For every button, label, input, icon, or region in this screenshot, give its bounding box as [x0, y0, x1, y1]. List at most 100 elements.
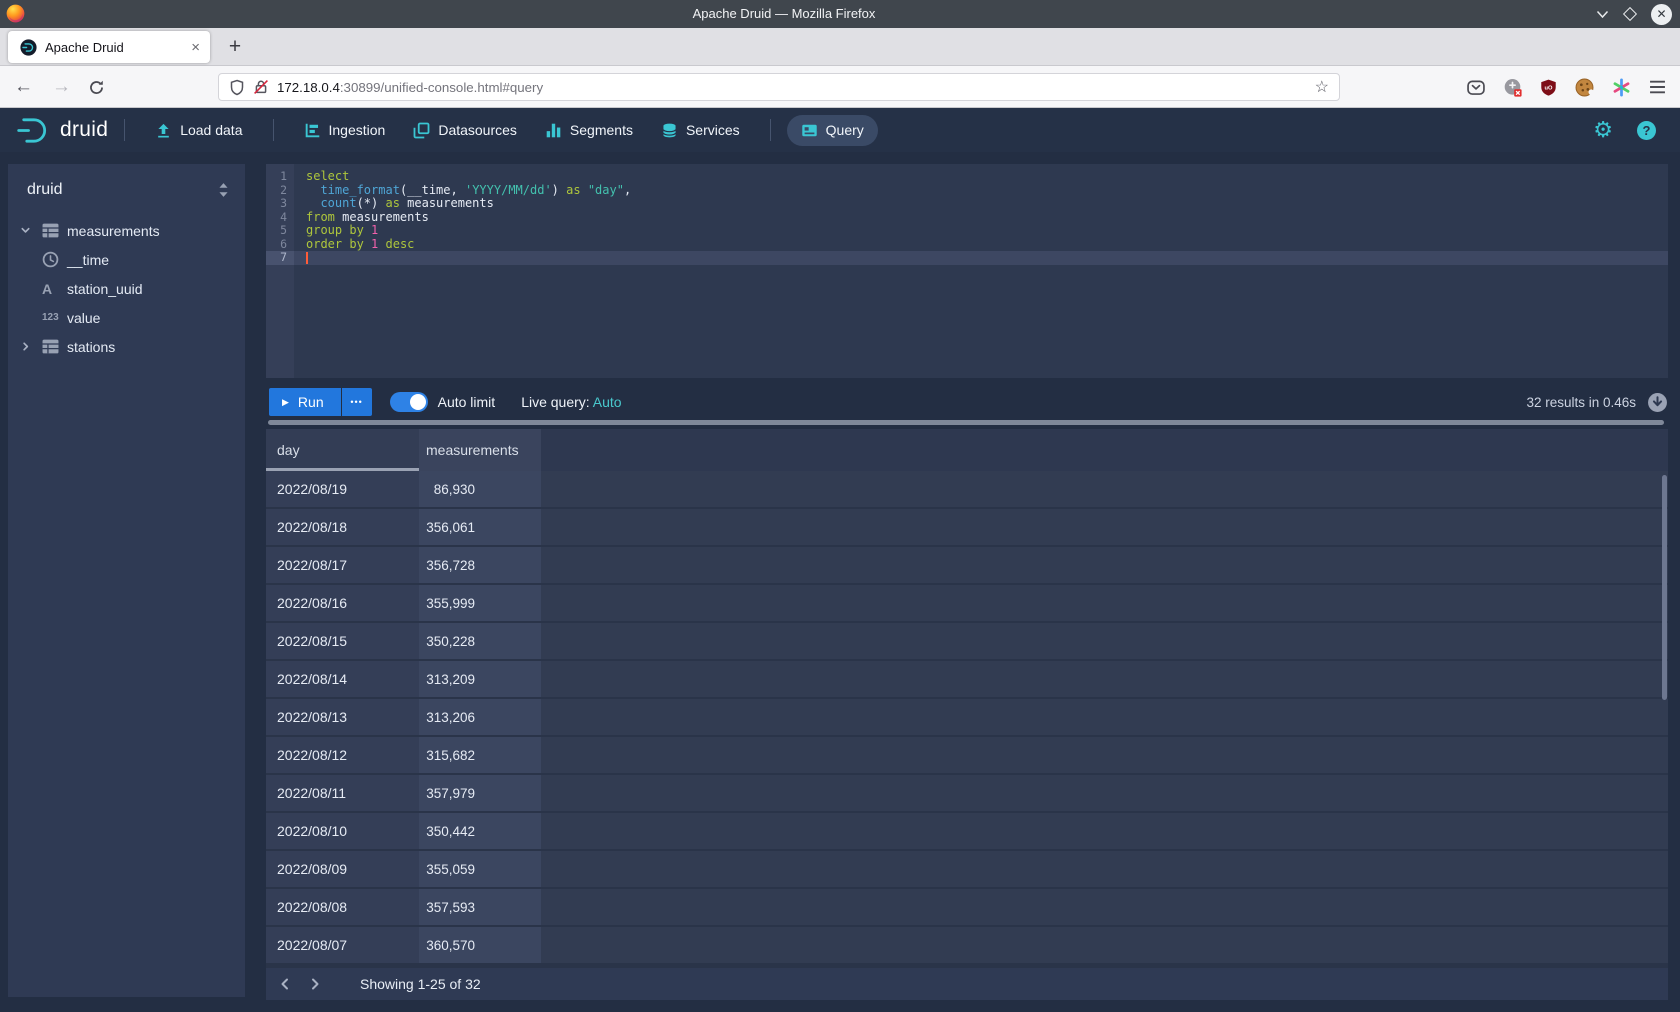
run-button[interactable]: ▶ Run [269, 388, 341, 416]
results-header-row: day measurements [266, 429, 1668, 471]
cell-filler [541, 813, 1668, 849]
nav-item-load-data[interactable]: Load data [141, 115, 256, 146]
tree-item-label: station_uuid [67, 281, 143, 297]
menu-icon[interactable] [1649, 80, 1666, 94]
cell-day: 2022/08/12 [266, 737, 419, 773]
window-title: Apache Druid — Mozilla Firefox [693, 6, 876, 21]
table-row[interactable]: 2022/08/09355,059 [266, 851, 1668, 889]
asterisk-extension-icon[interactable] [1612, 78, 1631, 97]
column-header-measurements[interactable]: measurements [419, 429, 541, 471]
new-tab-button[interactable]: + [220, 32, 250, 62]
tab-close-icon[interactable]: × [191, 39, 200, 56]
table-row[interactable]: 2022/08/16355,999 [266, 585, 1668, 623]
previous-page-icon[interactable] [278, 977, 292, 991]
table-row[interactable]: 2022/08/17356,728 [266, 547, 1668, 585]
tree-item-value[interactable]: 123value [8, 303, 245, 332]
cell-filler [541, 547, 1668, 583]
nav-divider [273, 119, 274, 141]
table-icon [42, 223, 67, 238]
maximize-icon[interactable] [1625, 9, 1635, 19]
forward-button[interactable]: → [52, 66, 71, 108]
cell-day: 2022/08/14 [266, 661, 419, 697]
chevron-down-icon[interactable] [20, 225, 42, 236]
tree-item--time[interactable]: __time [8, 245, 245, 274]
cell-filler [541, 661, 1668, 697]
code-line: order by 1 desc [294, 238, 1668, 252]
close-icon[interactable]: ✕ [1651, 4, 1672, 25]
datasources-icon [413, 122, 430, 139]
extension-disabled-icon[interactable] [1503, 78, 1522, 97]
cell-measurements: 350,442 [419, 813, 541, 849]
double-caret-icon[interactable] [217, 182, 230, 198]
table-row[interactable]: 2022/08/10350,442 [266, 813, 1668, 851]
tab-apache-druid[interactable]: Apache Druid × [8, 31, 210, 63]
insecure-lock-icon[interactable] [253, 79, 269, 95]
window-controls: ✕ [1596, 0, 1672, 28]
bookmark-star-icon[interactable]: ☆ [1315, 77, 1329, 97]
table-row[interactable]: 2022/08/1986,930 [266, 471, 1668, 509]
live-query-control: Live query: Auto [521, 394, 621, 410]
minimize-icon[interactable] [1596, 10, 1609, 19]
cell-measurements: 86,930 [419, 471, 541, 507]
nav-item-services[interactable]: Services [647, 115, 754, 146]
table-row[interactable]: 2022/08/15350,228 [266, 623, 1668, 661]
nav-item-segments[interactable]: Segments [531, 115, 647, 146]
nav-item-ingestion[interactable]: Ingestion [290, 115, 400, 146]
reload-button[interactable] [88, 66, 105, 108]
nav-item-label: Ingestion [329, 122, 386, 138]
next-page-icon[interactable] [308, 977, 322, 991]
cell-filler [541, 509, 1668, 545]
table-row[interactable]: 2022/08/14313,209 [266, 661, 1668, 699]
schema-selector[interactable]: druid [27, 181, 63, 199]
nav-item-query[interactable]: Query [787, 115, 878, 146]
auto-limit-toggle[interactable] [390, 392, 428, 412]
line-number: 1 [266, 170, 294, 184]
table-row[interactable]: 2022/08/18356,061 [266, 509, 1668, 547]
horizontal-scrollbar[interactable] [268, 420, 1664, 425]
firefox-window: Apache Druid — Mozilla Firefox ✕ Apache … [0, 0, 1680, 1012]
back-button[interactable]: ← [14, 66, 33, 108]
run-label: Run [298, 394, 324, 410]
upload-icon [155, 122, 172, 139]
help-icon[interactable]: ? [1637, 121, 1656, 140]
settings-gear-icon[interactable]: ⚙ [1593, 119, 1613, 141]
druid-logo[interactable]: druid [16, 116, 108, 145]
vertical-scrollbar[interactable] [1662, 475, 1667, 700]
toggle-knob [410, 394, 426, 410]
code-line: time_format(__time, 'YYYY/MM/dd') as "da… [294, 184, 1668, 198]
tree-item-stations[interactable]: stations [8, 332, 245, 361]
table-row[interactable]: 2022/08/12315,682 [266, 737, 1668, 775]
code-line: from measurements [294, 211, 1668, 225]
line-number: 3 [266, 197, 294, 211]
tree-item-measurements[interactable]: measurements [8, 216, 245, 245]
tree-item-station-uuid[interactable]: Astation_uuid [8, 274, 245, 303]
column-header-day[interactable]: day [266, 429, 419, 471]
nav-item-datasources[interactable]: Datasources [399, 115, 531, 146]
table-row[interactable]: 2022/08/13313,206 [266, 699, 1668, 737]
sql-editor[interactable]: 1234567 select time_format(__time, 'YYYY… [266, 164, 1668, 378]
cell-filler [541, 775, 1668, 811]
brand-name: druid [60, 118, 108, 142]
cookie-icon[interactable] [1575, 78, 1594, 97]
run-more-button[interactable]: ••• [342, 388, 372, 416]
pocket-icon[interactable] [1467, 79, 1485, 96]
table-row[interactable]: 2022/08/07360,570 [266, 927, 1668, 965]
results-table: day measurements 2022/08/1986,9302022/08… [266, 429, 1668, 968]
table-row[interactable]: 2022/08/08357,593 [266, 889, 1668, 927]
auto-limit-label: Auto limit [438, 394, 496, 410]
chevron-right-icon[interactable] [20, 341, 42, 352]
table-row[interactable]: 2022/08/11357,979 [266, 775, 1668, 813]
tab-title: Apache Druid [45, 40, 185, 55]
ingestion-icon [304, 122, 321, 139]
url-bar[interactable]: 172.18.0.4:30899/unified-console.html#qu… [218, 73, 1340, 101]
schema-panel: druid measurements__timeAstation_uuid123… [8, 164, 245, 997]
shield-icon[interactable] [229, 79, 245, 96]
segments-icon [545, 122, 562, 139]
cell-day: 2022/08/19 [266, 471, 419, 507]
pagination-bar: Showing 1-25 of 32 [266, 968, 1668, 1000]
ublock-shield-icon[interactable]: uO [1540, 79, 1557, 96]
live-query-value[interactable]: Auto [593, 394, 622, 410]
results-rows: 2022/08/1986,9302022/08/18356,0612022/08… [266, 471, 1668, 965]
download-icon[interactable] [1647, 392, 1668, 413]
sort-indicator [266, 468, 419, 471]
